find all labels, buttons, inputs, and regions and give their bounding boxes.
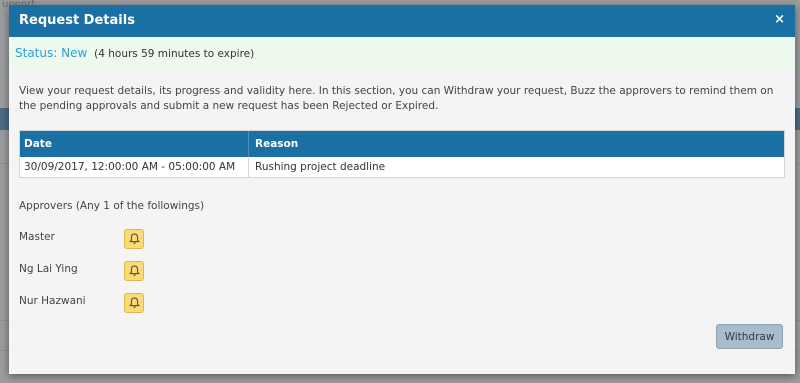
modal-title: Request Details (19, 13, 135, 28)
request-table: Date Reason 30/09/2017, 12:00:00 AM - 05… (19, 130, 785, 178)
buzz-button[interactable] (124, 261, 144, 281)
status-expiry: (4 hours 59 minutes to expire) (94, 48, 255, 60)
status-line: Status: New (4 hours 59 minutes to expir… (15, 46, 254, 60)
approver-item: Ng Lai Ying (19, 261, 219, 283)
status-label: Status: (15, 46, 58, 60)
column-header-date: Date (20, 131, 249, 157)
status-bar: Status: New (4 hours 59 minutes to expir… (9, 37, 795, 70)
status-value: New (61, 46, 88, 60)
withdraw-button[interactable]: Withdraw (716, 324, 783, 349)
buzz-button[interactable] (124, 229, 144, 249)
approvers-title: Approvers (Any 1 of the followings) (19, 200, 205, 212)
cell-reason: Rushing project deadline (255, 161, 386, 173)
modal-header: Request Details × (9, 5, 795, 37)
table-header: Date Reason (20, 131, 784, 157)
bell-icon (129, 233, 140, 244)
request-details-modal: Request Details × Status: New (4 hours 5… (9, 5, 795, 374)
description-text: View your request details, its progress … (19, 85, 774, 112)
approver-item: Nur Hazwani (19, 293, 219, 315)
close-button[interactable]: × (774, 12, 785, 27)
approver-name: Nur Hazwani (19, 295, 86, 307)
bell-icon (129, 297, 140, 308)
column-header-reason: Reason (255, 138, 299, 150)
table-row: 30/09/2017, 12:00:00 AM - 05:00:00 AM Ru… (20, 157, 784, 177)
cell-date: 30/09/2017, 12:00:00 AM - 05:00:00 AM (20, 157, 249, 177)
approver-item: Master (19, 229, 219, 251)
approver-name: Ng Lai Ying (19, 263, 78, 275)
approver-name: Master (19, 231, 55, 243)
buzz-button[interactable] (124, 293, 144, 313)
bell-icon (129, 265, 140, 276)
